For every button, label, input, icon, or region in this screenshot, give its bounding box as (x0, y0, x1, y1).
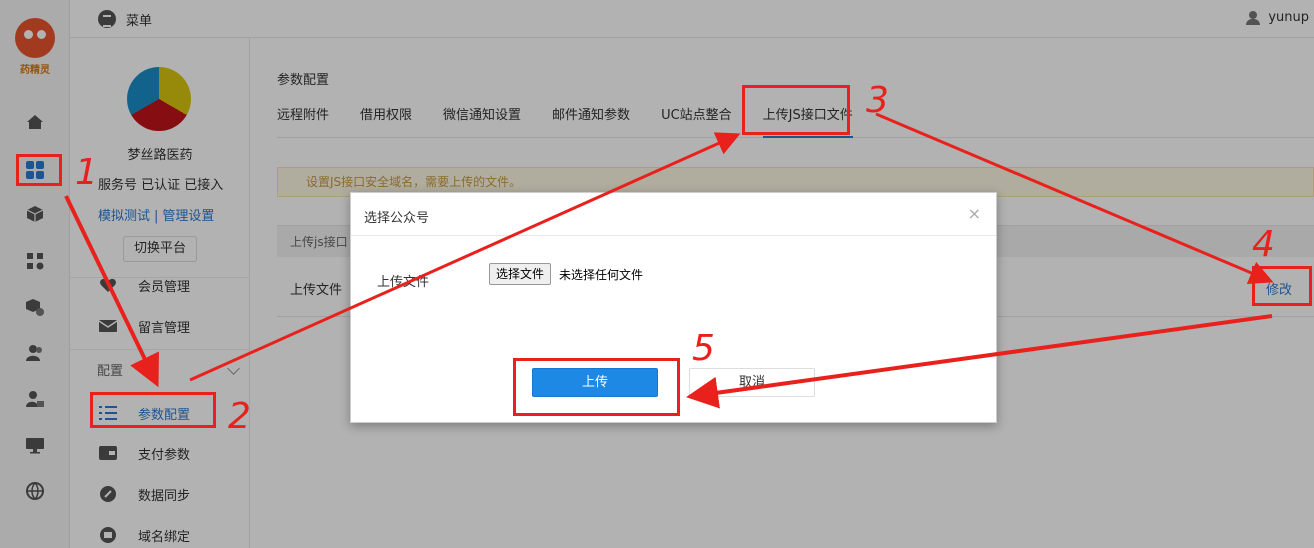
annotation-box-edit (1252, 266, 1312, 306)
cancel-button[interactable]: 取消 (689, 368, 815, 397)
choose-file-button[interactable]: 选择文件 (489, 263, 552, 285)
file-status: 未选择任何文件 (559, 268, 644, 282)
dialog-title: 选择公众号 (364, 211, 430, 226)
divider (351, 235, 996, 236)
annotation-box-tab (742, 85, 850, 135)
annotation-box-params (90, 392, 216, 428)
field-label: 上传文件 (377, 275, 430, 290)
annotation-box-upload (513, 358, 680, 416)
annotation-box-apps (16, 154, 62, 186)
close-icon[interactable]: × (968, 204, 981, 223)
